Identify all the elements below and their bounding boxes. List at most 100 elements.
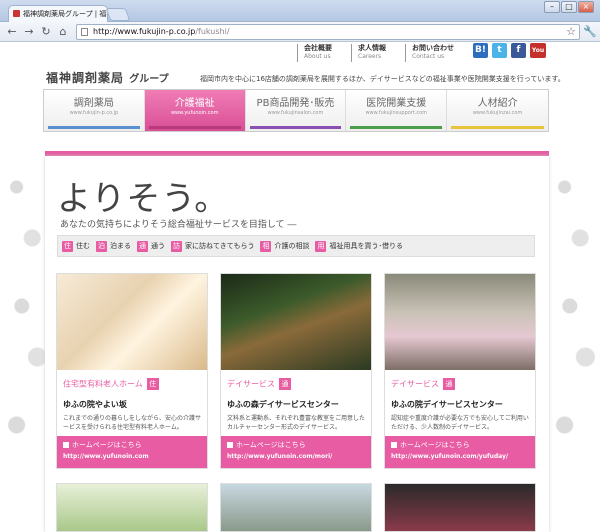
- card-title[interactable]: ゆふの院やよい坂: [63, 399, 127, 410]
- maximize-icon[interactable]: □: [561, 1, 577, 13]
- card-category: デイサービス通: [391, 378, 455, 390]
- nav-color-bar: [148, 126, 241, 129]
- top-link-label: お問い合わせ: [412, 44, 454, 52]
- nav-color-bar: [451, 126, 544, 129]
- category-label: 住む: [76, 242, 90, 250]
- card-title[interactable]: ゆふの院デイサービスセンター: [391, 399, 503, 410]
- category-live[interactable]: 住住む: [62, 240, 90, 252]
- category-label: 泊まる: [110, 242, 131, 250]
- facebook-icon[interactable]: f: [511, 43, 526, 58]
- card-link[interactable]: ホームページはこちら http://www.yufunoin.com/mori/: [221, 436, 371, 468]
- card-link[interactable]: ホームページはこちら http://www.yufunoin.com/yufuda…: [385, 436, 535, 468]
- facility-photo[interactable]: [384, 483, 536, 532]
- nav-care-welfare[interactable]: 介護福祉 www.yufunoin.com: [144, 90, 246, 131]
- logo-main: 福神調剤薬局: [46, 71, 125, 85]
- card-link[interactable]: ホームページはこちら http://www.yufunoin.com: [57, 436, 207, 468]
- address-bar[interactable]: http://www.fukujin-p.co.jp/fukushi/: [76, 24, 580, 40]
- category-icon: 泊: [96, 240, 107, 252]
- nav-label: PB商品開発･販売: [256, 98, 335, 109]
- category-label: 福祉用具を買う･借りる: [329, 242, 403, 250]
- tab-title: 福神調剤薬局グループ | 福神: [23, 10, 108, 18]
- category-icon: 通: [137, 240, 148, 252]
- card-link-label: ホームページはこちら: [72, 441, 142, 449]
- nav-url: www.fukujinzai.com: [472, 110, 523, 116]
- arrow-icon: [391, 442, 397, 448]
- nav-color-bar: [249, 126, 342, 129]
- home-icon[interactable]: ⌂: [55, 24, 71, 40]
- back-icon[interactable]: ←: [4, 24, 20, 40]
- category-icon: 用: [315, 240, 327, 252]
- card-category: デイサービス通: [227, 378, 291, 390]
- card-category-label: 住宅型有料老人ホーム: [63, 379, 143, 389]
- top-link-sublabel: About us: [304, 53, 331, 60]
- nav-label: 医院開業支援: [366, 98, 427, 109]
- arrow-icon: [227, 442, 233, 448]
- card-category-icon: 通: [279, 378, 291, 390]
- nav-staffing[interactable]: 人材紹介 www.fukujinzai.com: [447, 90, 548, 131]
- reload-icon[interactable]: ↻: [38, 24, 54, 40]
- top-link-label: 会社概要: [304, 44, 332, 52]
- card-category-label: デイサービス: [391, 379, 439, 389]
- card-category-label: デイサービス: [227, 379, 275, 389]
- top-link-contact[interactable]: お問い合わせ Contact us: [405, 44, 459, 62]
- web-page: 会社概要 About us 求人情報 Careers お問い合わせ Contact u…: [1, 43, 599, 532]
- wrench-icon[interactable]: 🔧: [582, 24, 598, 40]
- browser-tab[interactable]: 福神調剤薬局グループ | 福神: [8, 5, 108, 22]
- url-host: http://www.fukujin-p.co.jp: [93, 27, 196, 36]
- minimize-icon[interactable]: –: [544, 1, 560, 13]
- favicon-icon: [13, 10, 20, 17]
- card-description: これまでの通りの暮らしをしながら、安心の介護サービスを受けられる住宅型有料老人ホ…: [63, 415, 202, 431]
- facility-photo[interactable]: [220, 483, 372, 532]
- category-stay[interactable]: 泊泊まる: [96, 240, 131, 252]
- hatena-icon[interactable]: B!: [473, 43, 488, 58]
- youtube-icon[interactable]: You: [530, 43, 546, 58]
- hero-subtitle: あなたの気持ちによりそう総合福祉サービスを目指して ―: [60, 220, 297, 230]
- tagline: 福岡市内を中心に16店舗の調剤薬局を展開するほか、デイサービスなどの福祉事業や医…: [200, 75, 565, 83]
- card-link-label: ホームページはこちら: [236, 441, 306, 449]
- card-title[interactable]: ゆふの森デイサービスセンター: [227, 399, 339, 410]
- facility-photo[interactable]: [56, 483, 208, 532]
- category-consult[interactable]: 相介護の相談: [260, 240, 310, 252]
- category-equipment[interactable]: 用福祉用具を買う･借りる: [315, 240, 403, 252]
- nav-url: www.yufunoin.com: [170, 110, 219, 116]
- category-bar: 住住む 泊泊まる 通通う 訪家に訪ねてきてもらう 相介護の相談 用福祉用具を買う…: [57, 235, 535, 257]
- category-commute[interactable]: 通通う: [137, 240, 165, 252]
- close-icon[interactable]: ×: [578, 1, 594, 13]
- top-link-careers[interactable]: 求人情報 Careers: [351, 44, 405, 62]
- forward-icon[interactable]: →: [21, 24, 37, 40]
- nav-label: 人材紹介: [477, 98, 518, 109]
- card-url: http://www.yufunoin.com/mori/: [227, 453, 333, 460]
- nav-pb-products[interactable]: PB商品開発･販売 www.fukujinsalon.com: [246, 90, 347, 131]
- nav-label: 介護福祉: [174, 98, 215, 109]
- bookmark-star-icon[interactable]: ☆: [563, 24, 579, 40]
- category-label: 家に訪ねてきてもらう: [185, 242, 255, 250]
- logo-sub: グループ: [129, 74, 169, 85]
- facility-card[interactable]: デイサービス通 ゆふの院デイサービスセンター 認知症や重度介護が必要な方でも安心…: [384, 273, 536, 469]
- facility-card[interactable]: 住宅型有料老人ホーム住 ゆふの院やよい坂 これまでの通りの暮らしをしながら、安心…: [56, 273, 208, 469]
- category-visit[interactable]: 訪家に訪ねてきてもらう: [171, 240, 255, 252]
- category-icon: 相: [260, 240, 272, 252]
- nav-clinic-support[interactable]: 医院開業支援 www.fukujinsupport.com: [346, 90, 448, 131]
- nav-url: www.fukujinsalon.com: [267, 110, 324, 116]
- top-link-sublabel: Contact us: [412, 53, 445, 60]
- facility-photo: [221, 274, 371, 370]
- new-tab-button[interactable]: [105, 8, 131, 21]
- facility-card[interactable]: デイサービス通 ゆふの森デイサービスセンター 文科系と運動系、それぞれ豊富な教室…: [220, 273, 372, 469]
- card-link-label: ホームページはこちら: [400, 441, 470, 449]
- top-link-label: 求人情報: [358, 44, 386, 52]
- global-nav: 調剤薬局 www.fukujin-p.co.jp 介護福祉 www.yufunoin…: [43, 89, 549, 132]
- hero-title: よりそう。: [57, 179, 230, 219]
- nav-pharmacy[interactable]: 調剤薬局 www.fukujin-p.co.jp: [44, 90, 145, 131]
- top-link-sublabel: Careers: [358, 53, 382, 60]
- nav-color-bar: [350, 126, 443, 129]
- category-label: 通う: [151, 242, 165, 250]
- site-logo[interactable]: 福神調剤薬局 グループ: [46, 69, 169, 86]
- top-links: 会社概要 About us 求人情報 Careers お問い合わせ Contact u…: [297, 44, 459, 62]
- twitter-icon[interactable]: t: [492, 43, 507, 58]
- background-decoration: [549, 153, 599, 493]
- category-label: 介護の相談: [274, 242, 310, 250]
- nav-url: www.fukujinsupport.com: [365, 110, 428, 116]
- top-link-about[interactable]: 会社概要 About us: [297, 44, 351, 62]
- category-icon: 訪: [171, 240, 182, 252]
- card-category: 住宅型有料老人ホーム住: [63, 378, 159, 390]
